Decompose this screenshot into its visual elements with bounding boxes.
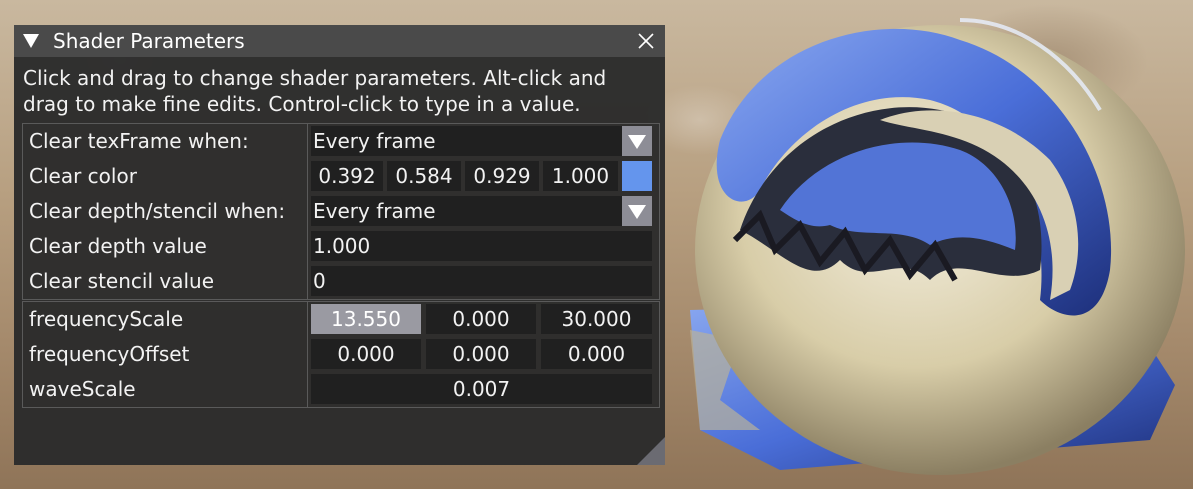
- clear-depth-stencil-when-label: Clear depth/stencil when:: [29, 199, 286, 223]
- wave-scale-slider[interactable]: 0.007: [311, 374, 652, 404]
- shader-params-table: frequencyScale 13.550 0.000 30.000 frequ…: [22, 301, 660, 408]
- frequency-scale-label: frequencyScale: [29, 307, 184, 331]
- frequency-scale-x-slider[interactable]: 13.550: [311, 304, 421, 334]
- row-clear-color: Clear color 0.392 0.584 0.929 1.000: [23, 159, 659, 193]
- frequency-offset-y-slider[interactable]: 0.000: [426, 339, 536, 369]
- help-text: Click and drag to change shader paramete…: [23, 66, 607, 116]
- window-titlebar[interactable]: Shader Parameters: [14, 25, 665, 57]
- chevron-down-icon[interactable]: [622, 196, 652, 226]
- row-frequency-scale: frequencyScale 13.550 0.000 30.000: [23, 302, 659, 336]
- chevron-down-icon[interactable]: [622, 126, 652, 156]
- clear-color-g-field[interactable]: 0.584: [387, 161, 461, 191]
- clear-settings-table: Clear texFrame when: Every frame Clear c…: [22, 123, 660, 300]
- row-clear-depth-stencil-when: Clear depth/stencil when: Every frame: [23, 194, 659, 228]
- frequency-scale-y-slider[interactable]: 0.000: [426, 304, 536, 334]
- clear-stencil-value-field[interactable]: 0: [311, 266, 652, 296]
- clear-depth-stencil-when-dropdown[interactable]: Every frame: [311, 196, 622, 226]
- row-clear-texframe-when: Clear texFrame when: Every frame: [23, 124, 659, 158]
- clear-color-r-field[interactable]: 0.392: [311, 161, 383, 191]
- clear-color-b-field[interactable]: 0.929: [465, 161, 539, 191]
- frequency-offset-label: frequencyOffset: [29, 342, 190, 366]
- clear-depth-value-label: Clear depth value: [29, 234, 207, 258]
- window-title: Shader Parameters: [53, 29, 245, 53]
- clear-color-label: Clear color: [29, 164, 137, 188]
- row-wave-scale: waveScale 0.007: [23, 372, 659, 406]
- row-frequency-offset: frequencyOffset 0.000 0.000 0.000: [23, 337, 659, 371]
- clear-color-swatch[interactable]: [622, 161, 652, 191]
- clear-texframe-when-label: Clear texFrame when:: [29, 129, 249, 153]
- frequency-offset-z-slider[interactable]: 0.000: [541, 339, 652, 369]
- shader-parameters-window: Shader Parameters Click and drag to chan…: [14, 25, 665, 465]
- frequency-scale-z-slider[interactable]: 30.000: [541, 304, 652, 334]
- clear-depth-value-field[interactable]: 1.000: [311, 231, 652, 261]
- wave-scale-label: waveScale: [29, 377, 136, 401]
- clear-texframe-when-dropdown[interactable]: Every frame: [311, 126, 622, 156]
- row-clear-depth-value: Clear depth value 1.000: [23, 229, 659, 263]
- close-icon[interactable]: [637, 32, 655, 50]
- triangle-down-icon[interactable]: [23, 34, 39, 48]
- frequency-offset-x-slider[interactable]: 0.000: [311, 339, 421, 369]
- clear-color-a-field[interactable]: 1.000: [543, 161, 618, 191]
- clear-stencil-value-label: Clear stencil value: [29, 269, 214, 293]
- resize-grip-icon[interactable]: [637, 437, 665, 465]
- row-clear-stencil-value: Clear stencil value 0: [23, 264, 659, 298]
